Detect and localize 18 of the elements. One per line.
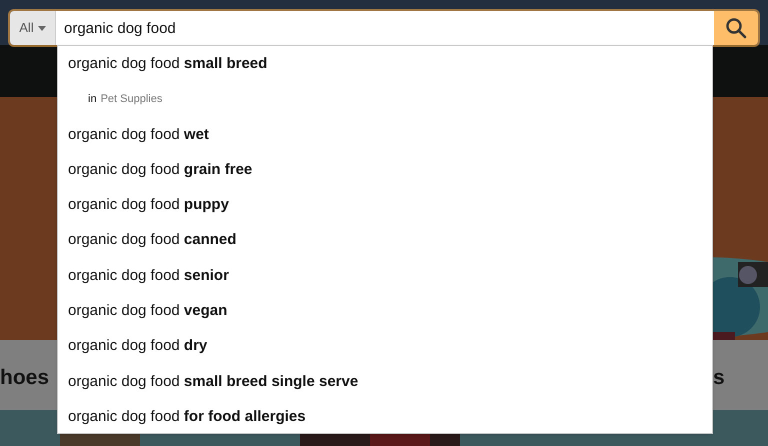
suggestion-item[interactable]: organic dog food for food allergies	[58, 398, 712, 434]
suggestion-item[interactable]: organic dog food canned	[58, 222, 712, 258]
search-icon	[725, 17, 747, 39]
card-title: hoes	[0, 365, 50, 391]
caret-icon	[38, 26, 46, 30]
suggestion-item[interactable]: organic dog food small breed	[58, 46, 712, 82]
department-suggestion[interactable]: in Pet Supplies	[58, 81, 712, 117]
suggestion-item[interactable]: organic dog food vegan	[58, 293, 712, 328]
suggestion-item[interactable]: organic dog food small breed single serve	[58, 364, 712, 399]
search-button[interactable]	[714, 11, 758, 45]
card-title: s	[713, 365, 725, 391]
suggestion-item[interactable]: organic dog food wet	[58, 116, 712, 152]
search-field[interactable]: organic dog food	[56, 11, 714, 45]
suggestion-item[interactable]: organic dog food dry	[58, 328, 712, 364]
suggestion-item[interactable]: organic dog food puppy	[58, 187, 712, 222]
suggestion-item[interactable]: organic dog food senior	[58, 258, 712, 294]
suggestion-item[interactable]: organic dog food grain free	[58, 152, 712, 188]
category-dropdown[interactable]: All	[10, 11, 56, 45]
